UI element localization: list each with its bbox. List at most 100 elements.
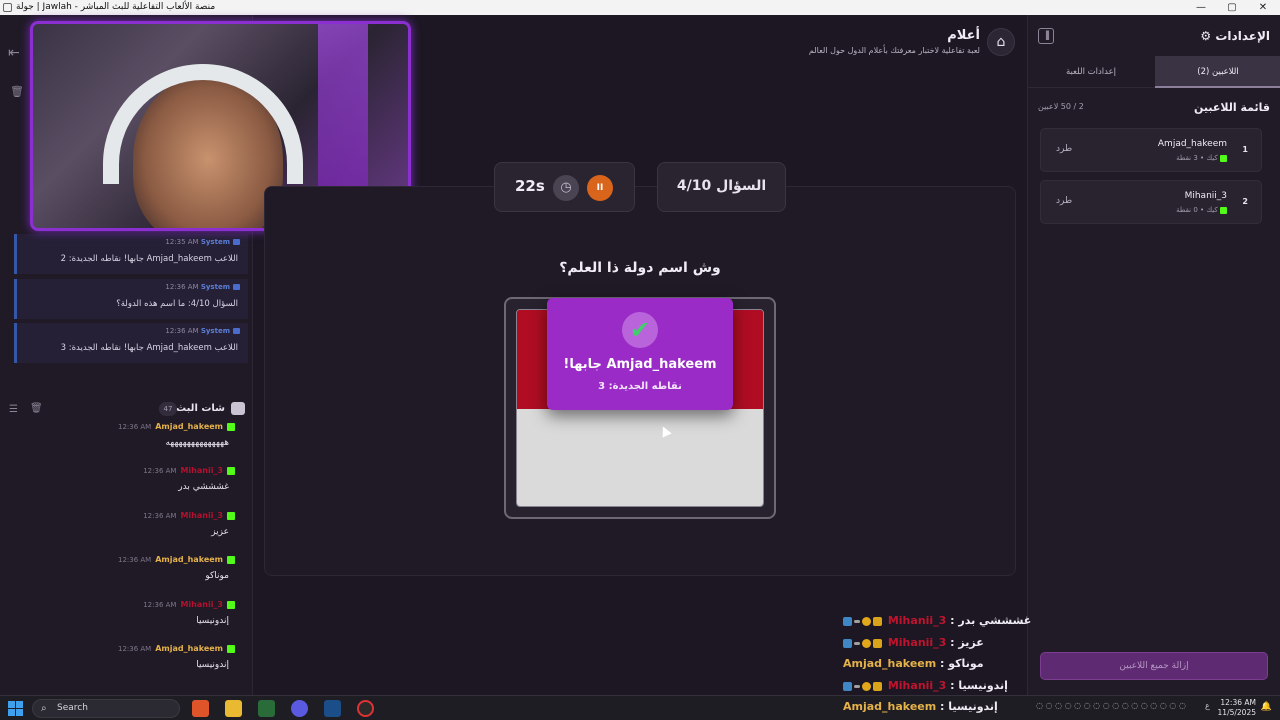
system-message: 12:36 AM System اللاعب Amjad_hakeem جابه… xyxy=(14,323,248,363)
player-meta-text: كيك • 3 نقطة xyxy=(1176,154,1218,162)
correct-answer-popup: ✔ Amjad_hakeem جابها! نقاطه الجديدة: 3 xyxy=(547,298,733,410)
message-text: اللاعب Amjad_hakeem جابها! نقاطه الجديدة… xyxy=(60,254,238,264)
chat-message: 12:36 AM Amjad_hakeem إندونيسيا xyxy=(0,644,245,688)
message-text: موناكو xyxy=(205,571,229,581)
notification-bell-icon[interactable]: 🔔 xyxy=(1261,702,1272,712)
player-meta: كيك • 3 نقطة xyxy=(1176,154,1227,162)
kick-icon xyxy=(227,600,235,609)
obs-icon[interactable] xyxy=(357,700,374,717)
system-message: 12:35 AM System اللاعب Amjad_hakeem جابه… xyxy=(14,234,248,274)
overlay-chat-line: Mihanii_3 : عزيز xyxy=(843,636,984,656)
overlay-user: Mihanii_3 xyxy=(887,679,947,692)
players-list-header: قائمة اللاعبين xyxy=(1194,101,1270,114)
kick-icon xyxy=(227,555,235,564)
steam-icon[interactable] xyxy=(324,700,341,717)
kick-icon xyxy=(227,644,235,653)
search-icon: ⌕ xyxy=(41,703,47,714)
badge-icon xyxy=(862,638,871,648)
collapse-left-panel-icon[interactable]: ⇤ xyxy=(8,45,26,63)
home-icon: ⌂ xyxy=(996,34,1006,50)
tab-game-settings[interactable]: إعدادات اللعبة xyxy=(1028,56,1154,88)
file-explorer-icon[interactable] xyxy=(225,700,242,717)
popup-winner: Amjad_hakeem جابها! xyxy=(563,357,717,372)
headset-shape xyxy=(103,64,303,184)
close-button[interactable]: ✕ xyxy=(1250,0,1276,15)
message-user[interactable]: Amjad_hakeem xyxy=(155,644,223,653)
taskbar-time: 12:36 AM xyxy=(1220,698,1256,707)
message-sender: System xyxy=(200,238,230,246)
player-name: Mihanii_3 xyxy=(1184,191,1227,201)
minimize-button[interactable]: — xyxy=(1188,0,1214,15)
badge-icon xyxy=(873,638,882,648)
message-sender: System xyxy=(200,327,230,335)
taskbar-clock[interactable]: 12:36 AM 11/5/2025 xyxy=(1218,698,1256,718)
clear-chat-trash-icon[interactable]: 🗑 xyxy=(30,403,43,414)
settings-panel: الإعدادات ⚙ ▐ إعدادات اللعبة اللاعبين (2… xyxy=(1027,15,1280,695)
message-text: إندونيسيا xyxy=(196,616,229,626)
overlay-user: Amjad_hakeem xyxy=(843,657,937,670)
player-meta: كيك • 0 نقطة xyxy=(1176,206,1227,214)
window-titlebar: منصة الألعاب التفاعلية للبث المباشر - Ja… xyxy=(0,0,1280,15)
game-title: أعلام xyxy=(947,28,980,43)
clear-system-trash-icon[interactable]: 🗑 xyxy=(10,85,24,98)
system-message: 12:36 AM System السؤال 4/10: ما اسم هذه … xyxy=(14,279,248,319)
remove-all-players-button[interactable]: إزالة جميع اللاعبين xyxy=(1040,652,1268,680)
message-text: غشششي بدر xyxy=(178,482,229,492)
collapse-right-panel-icon[interactable]: ▐ xyxy=(1038,28,1054,44)
maximize-button[interactable]: ▢ xyxy=(1219,0,1245,15)
chat-message: 12:36 AM Amjad_hakeem ههههههههههههههه xyxy=(0,422,245,466)
search-placeholder: Search xyxy=(57,703,88,713)
message-time: 12:36 AM xyxy=(143,601,177,609)
discord-icon[interactable] xyxy=(291,700,308,717)
message-user[interactable]: Mihanii_3 xyxy=(180,511,223,520)
gear-icon: ⚙ xyxy=(1200,29,1212,43)
message-time: 12:36 AM xyxy=(117,423,152,431)
chat-count-badge: 47 xyxy=(159,402,177,416)
message-user[interactable]: Mihanii_3 xyxy=(180,600,223,609)
overlay-chat-line: Amjad_hakeem : موناكو xyxy=(843,657,984,670)
message-sender: System xyxy=(200,283,230,291)
chat-message: 12:36 AM Amjad_hakeem موناكو xyxy=(0,555,245,599)
players-count: 2 / 50 لاعبين xyxy=(1038,102,1084,111)
windows-start-icon[interactable] xyxy=(8,701,23,716)
flag-white-stripe xyxy=(517,409,763,506)
message-time: 12:36 AM xyxy=(143,467,177,475)
overlay-text: إندونيسيا xyxy=(948,700,998,713)
message-user[interactable]: Mihanii_3 xyxy=(180,466,223,475)
badge-icon xyxy=(873,681,882,691)
input-language[interactable]: ع xyxy=(1205,701,1210,710)
game-subtitle: لعبة تفاعلية لاختبار معرفتك بأعلام الدول… xyxy=(808,46,980,55)
home-button[interactable]: ⌂ xyxy=(987,28,1015,56)
tab-players[interactable]: اللاعبين (2) xyxy=(1155,56,1280,88)
overlay-user: Amjad_hakeem xyxy=(843,700,937,713)
pause-button[interactable]: II xyxy=(587,175,613,201)
player-rank: 1 xyxy=(1242,145,1248,154)
message-time: 12:35 AM xyxy=(165,238,199,246)
question-counter: السؤال 4/10 xyxy=(657,162,786,212)
kick-icon xyxy=(1220,154,1227,162)
kick-player-button[interactable]: طرد xyxy=(1056,144,1072,154)
align-lines-icon[interactable]: ☰ xyxy=(9,404,20,415)
badge-icon xyxy=(862,681,871,691)
badge-icon xyxy=(854,619,860,623)
system-badge-icon xyxy=(233,328,240,334)
message-text: ههههههههههههههه xyxy=(165,438,229,448)
overlay-text: عزيز xyxy=(958,636,984,649)
message-user[interactable]: Amjad_hakeem xyxy=(155,555,223,564)
kick-player-button[interactable]: طرد xyxy=(1056,196,1072,206)
kick-icon xyxy=(227,511,235,520)
stream-chat-header: شات البث 47 ☰ 🗑 xyxy=(0,395,253,425)
settings-title: الإعدادات ⚙ xyxy=(1200,29,1270,43)
message-user[interactable]: Amjad_hakeem xyxy=(155,422,223,431)
message-text: إندونيسيا xyxy=(196,660,229,670)
system-badge-icon xyxy=(233,239,240,245)
system-tray[interactable]: ◌ ◌ ◌ ◌ ◌ ◌ ◌ ◌ ◌ ◌ ◌ ◌ ◌ ◌ ◌ ◌ xyxy=(1036,701,1186,710)
chat-message: 12:36 AM Mihanii_3 إندونيسيا xyxy=(0,600,245,644)
question-text: وش اسم دولة ذا العلم؟ xyxy=(559,260,721,276)
brave-browser-icon[interactable] xyxy=(192,700,209,717)
terminal-icon[interactable] xyxy=(258,700,275,717)
clock-icon: ◷ xyxy=(553,175,579,201)
taskbar-search[interactable]: ⌕ Search xyxy=(32,699,180,718)
system-badge-icon xyxy=(233,284,240,290)
kick-icon xyxy=(227,466,235,475)
